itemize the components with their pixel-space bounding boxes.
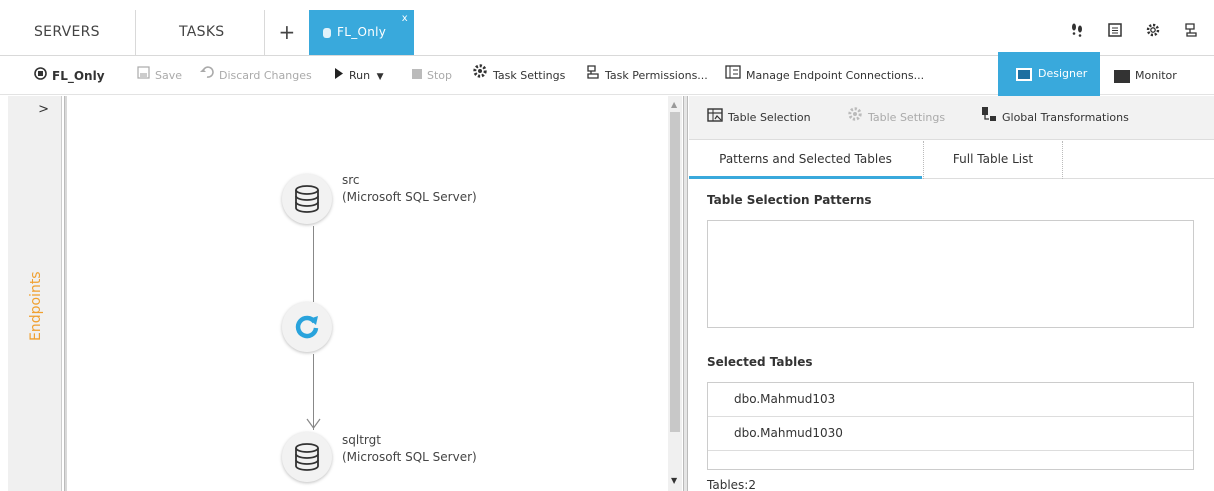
monitor-button[interactable]: Monitor xyxy=(1114,57,1177,95)
table-selection-icon xyxy=(707,96,723,140)
top-icons xyxy=(1068,22,1200,40)
task-process-node[interactable] xyxy=(282,302,332,352)
global-transformations-label: Global Transformations xyxy=(1002,111,1129,124)
source-endpoint-node[interactable] xyxy=(282,174,332,224)
right-panel-tabs: Patterns and Selected Tables Full Table … xyxy=(689,141,1214,179)
footprints-icon[interactable] xyxy=(1068,22,1086,40)
database-icon xyxy=(323,27,331,38)
monitor-icon xyxy=(1114,69,1130,83)
tab-full-table-list[interactable]: Full Table List xyxy=(923,141,1063,179)
table-selection-button[interactable]: Table Selection xyxy=(707,96,811,140)
target-endpoint-label: sqltrgt (Microsoft SQL Server) xyxy=(342,432,477,466)
endpoints-label[interactable]: Endpoints xyxy=(28,271,44,341)
manage-endpoints-label: Manage Endpoint Connections... xyxy=(746,69,925,82)
active-task-label: FL_Only xyxy=(337,25,387,39)
run-label: Run xyxy=(349,69,371,82)
task-settings-button[interactable]: Task Settings xyxy=(472,57,565,95)
task-name-label: FL_Only xyxy=(52,69,105,83)
right-panel: Table Selection Table Settings Global Tr… xyxy=(689,96,1214,491)
tab-active-task[interactable]: FL_Only x xyxy=(309,10,414,55)
scroll-down-icon[interactable]: ▼ xyxy=(671,476,677,485)
canvas-scrollbar[interactable]: ▲ ▼ xyxy=(668,96,682,491)
task-permissions-button[interactable]: Task Permissions... xyxy=(586,57,708,95)
table-settings-label: Table Settings xyxy=(868,111,946,124)
table-selection-label: Table Selection xyxy=(728,111,811,124)
global-transformations-button[interactable]: Global Transformations xyxy=(981,96,1129,140)
task-permissions-label: Task Permissions... xyxy=(605,69,708,82)
tables-count: Tables:2 xyxy=(707,478,756,491)
connector-line xyxy=(313,226,314,302)
permissions-icon xyxy=(586,57,600,95)
target-type: (Microsoft SQL Server) xyxy=(342,450,477,464)
stop-label: Stop xyxy=(427,69,453,82)
top-tab-bar: SERVERS TASKS + FL_Only x xyxy=(0,10,1214,56)
designer-icon xyxy=(1016,67,1032,81)
refresh-icon xyxy=(295,315,319,339)
table-settings-button[interactable]: Table Settings xyxy=(847,96,945,140)
tab-tasks[interactable]: TASKS xyxy=(137,10,265,55)
source-name: src xyxy=(342,173,360,187)
right-panel-splitter[interactable] xyxy=(683,96,688,491)
panel-splitter[interactable] xyxy=(64,96,67,491)
arrow-down-icon xyxy=(306,418,321,430)
scrollbar-thumb[interactable] xyxy=(670,112,680,432)
scroll-up-icon[interactable]: ▲ xyxy=(671,100,677,109)
endpoint-connections-icon xyxy=(725,57,741,95)
task-map-canvas: src (Microsoft SQL Server) sqltrgt (Micr… xyxy=(68,96,668,491)
undo-icon xyxy=(200,57,214,95)
task-name: FL_Only xyxy=(34,57,105,95)
database-icon xyxy=(295,185,319,213)
log-icon[interactable] xyxy=(1106,22,1124,40)
designer-label: Designer xyxy=(1038,67,1088,80)
close-tab-icon[interactable]: x xyxy=(402,0,408,41)
right-panel-toolbar: Table Selection Table Settings Global Tr… xyxy=(689,96,1214,140)
patterns-textarea[interactable] xyxy=(707,220,1194,328)
endpoints-panel: > Endpoints xyxy=(8,96,62,491)
selected-tables-list: dbo.Mahmud103 dbo.Mahmud1030 xyxy=(707,382,1194,470)
list-item[interactable]: dbo.Mahmud1030 xyxy=(708,417,1193,451)
task-settings-label: Task Settings xyxy=(493,69,566,82)
save-button[interactable]: Save xyxy=(137,57,182,95)
stop-circle-icon xyxy=(34,58,47,96)
run-button[interactable]: Run ▼ xyxy=(334,57,384,95)
source-type: (Microsoft SQL Server) xyxy=(342,190,477,204)
manage-endpoints-button[interactable]: Manage Endpoint Connections... xyxy=(725,57,924,95)
settings-icon[interactable] xyxy=(1144,22,1162,40)
source-endpoint-label: src (Microsoft SQL Server) xyxy=(342,172,477,206)
target-name: sqltrgt xyxy=(342,433,381,447)
chevron-down-icon: ▼ xyxy=(376,72,384,82)
save-icon xyxy=(137,57,150,95)
patterns-title: Table Selection Patterns xyxy=(707,193,872,207)
save-label: Save xyxy=(155,69,183,82)
transformations-icon xyxy=(981,96,997,140)
designer-button[interactable]: Designer xyxy=(998,52,1100,96)
expand-chevron-icon[interactable]: > xyxy=(38,102,49,117)
list-item[interactable]: dbo.Mahmud103 xyxy=(708,383,1193,417)
selected-tables-title: Selected Tables xyxy=(707,355,813,369)
tab-servers[interactable]: SERVERS xyxy=(0,10,136,55)
gear-icon xyxy=(472,57,488,95)
discard-changes-button[interactable]: Discard Changes xyxy=(200,57,312,95)
add-task-button[interactable]: + xyxy=(266,10,308,55)
gear-icon xyxy=(847,96,863,140)
target-endpoint-node[interactable] xyxy=(282,432,332,482)
play-icon xyxy=(334,57,344,95)
stop-icon xyxy=(412,57,422,95)
permissions-icon[interactable] xyxy=(1182,22,1200,40)
monitor-label: Monitor xyxy=(1135,69,1177,82)
stop-button[interactable]: Stop xyxy=(412,57,452,95)
tab-patterns-selected-tables[interactable]: Patterns and Selected Tables xyxy=(689,141,922,179)
discard-label: Discard Changes xyxy=(219,69,312,82)
database-icon xyxy=(295,443,319,471)
